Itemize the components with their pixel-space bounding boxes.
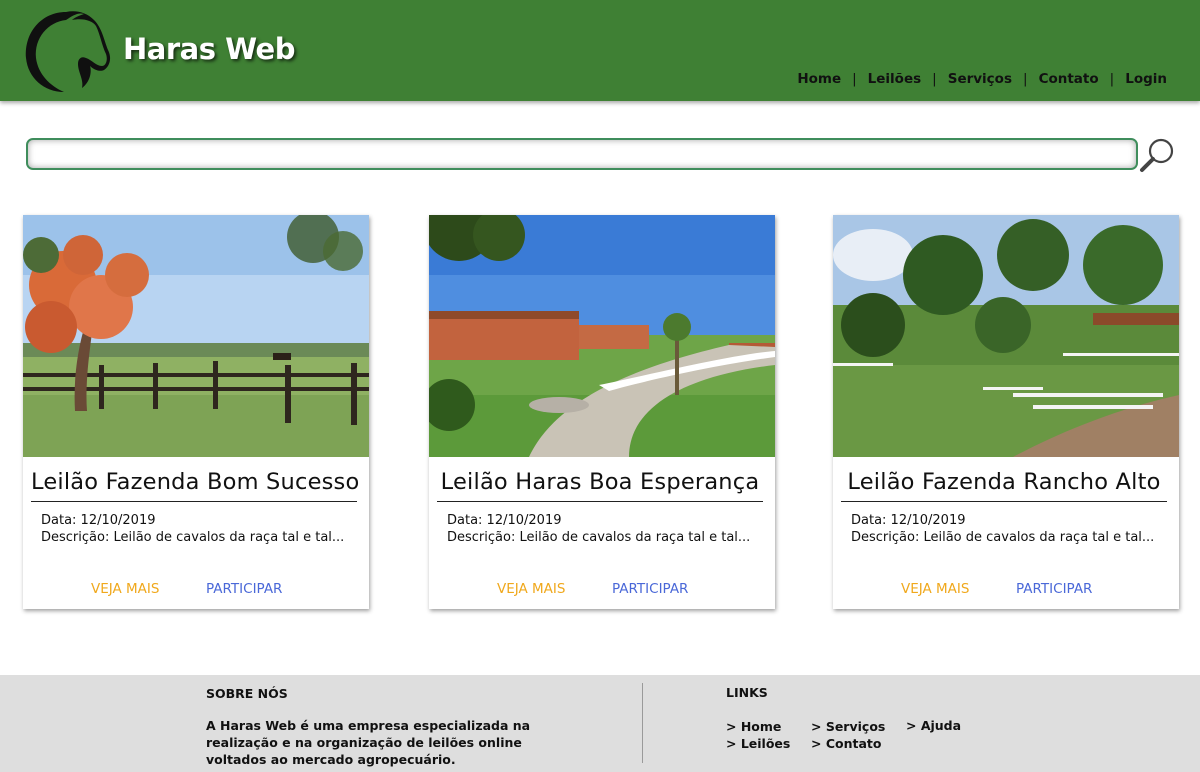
nav-separator: | [1109, 71, 1115, 87]
farm-photo [429, 215, 775, 457]
card-title: Leilão Fazenda Bom Sucesso [31, 465, 359, 502]
card-date: Data: 12/10/2019 [447, 513, 562, 528]
nav-home[interactable]: Home [797, 71, 841, 87]
card-description: Descrição: Leilão de cavalos da raça tal… [41, 530, 345, 545]
nav-login[interactable]: Login [1125, 71, 1167, 87]
card-title: Leilão Fazenda Rancho Alto [841, 465, 1167, 502]
about-text: A Haras Web é uma empresa especializada … [206, 718, 531, 767]
nav-servicos[interactable]: Serviços [948, 71, 1012, 87]
nav-contato[interactable]: Contato [1039, 71, 1099, 87]
footer-link-leiloes[interactable]: > Leilões [726, 736, 790, 751]
auction-card: Leilão Haras Boa Esperança Data: 12/10/2… [429, 215, 775, 609]
auction-card: Leilão Fazenda Rancho Alto Data: 12/10/2… [833, 215, 1179, 609]
footer-link-servicos[interactable]: > Serviços [811, 719, 885, 734]
card-description: Descrição: Leilão de cavalos da raça tal… [851, 530, 1155, 545]
farm-photo [23, 215, 369, 457]
see-more-button[interactable]: VEJA MAIS [91, 581, 159, 597]
footer-link-contato[interactable]: > Contato [811, 736, 881, 751]
footer-link-ajuda[interactable]: > Ajuda [906, 718, 961, 733]
card-description: Descrição: Leilão de cavalos da raça tal… [447, 530, 751, 545]
auction-card: Leilão Fazenda Bom Sucesso Data: 12/10/2… [23, 215, 369, 609]
about-heading: SOBRE NÓS [206, 686, 288, 701]
main-nav: Home | Leilões | Serviços | Contato | Lo… [797, 71, 1167, 87]
card-date: Data: 12/10/2019 [41, 513, 156, 528]
search-input[interactable] [26, 138, 1138, 170]
search-icon[interactable] [1138, 136, 1178, 174]
card-title: Leilão Haras Boa Esperança [437, 465, 763, 502]
links-heading: LINKS [726, 685, 768, 700]
participate-button[interactable]: PARTICIPAR [206, 581, 282, 597]
participate-button[interactable]: PARTICIPAR [1016, 581, 1092, 597]
footer-divider [642, 683, 643, 763]
site-footer: SOBRE NÓS A Haras Web é uma empresa espe… [0, 675, 1200, 772]
see-more-button[interactable]: VEJA MAIS [901, 581, 969, 597]
nav-separator: | [932, 71, 937, 87]
footer-link-home[interactable]: > Home [726, 719, 781, 734]
nav-separator: | [1023, 71, 1028, 87]
see-more-button[interactable]: VEJA MAIS [497, 581, 565, 597]
site-header: Haras Web Home | Leilões | Serviços | Co… [0, 0, 1200, 101]
card-date: Data: 12/10/2019 [851, 513, 966, 528]
horse-head-logo[interactable] [20, 6, 112, 96]
nav-separator: | [852, 71, 857, 87]
nav-leiloes[interactable]: Leilões [868, 71, 921, 87]
brand-name[interactable]: Haras Web [123, 32, 295, 66]
farm-photo [833, 215, 1179, 457]
participate-button[interactable]: PARTICIPAR [612, 581, 688, 597]
